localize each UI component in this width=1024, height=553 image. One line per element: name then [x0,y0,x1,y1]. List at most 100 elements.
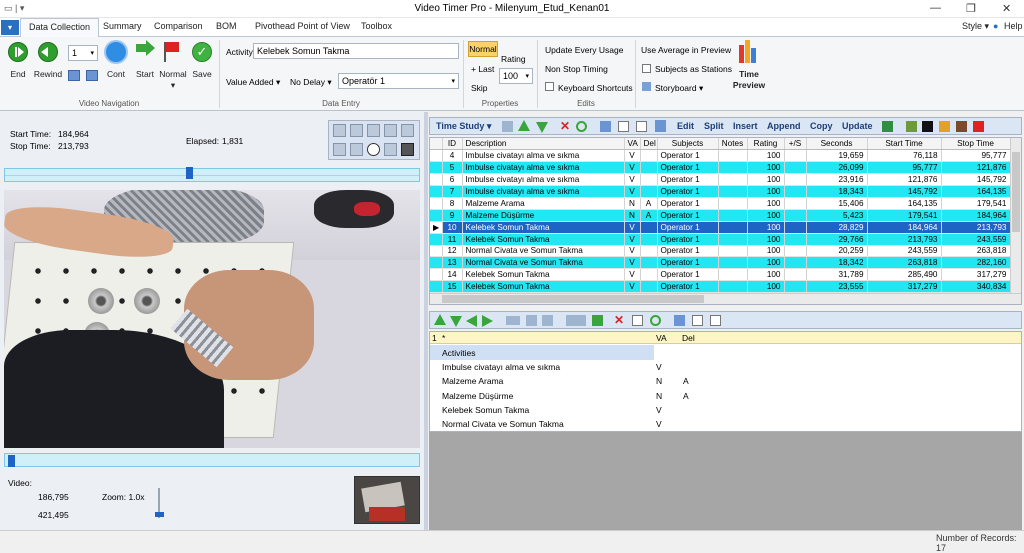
settings-icon[interactable] [906,121,917,132]
minimize-icon[interactable]: — [930,2,941,14]
non-stop-timing[interactable]: Non Stop Timing [545,64,608,74]
cell-rating[interactable]: 100 [747,221,785,234]
layout-icon[interactable] [384,124,397,137]
cell-indicator[interactable] [430,280,443,294]
cell-id[interactable]: 14 [442,268,463,282]
cell-rating[interactable]: 100 [747,197,785,210]
tab-data-collection[interactable]: Data Collection [20,18,100,37]
activity-item[interactable]: Kelebek Somun Takma V [430,403,1021,417]
column-header[interactable]: Stop Time [941,138,1011,151]
chest-icon[interactable] [956,121,967,132]
cell-subjects[interactable]: Operator 1 [657,197,719,210]
cell-subjects[interactable]: Operator 1 [657,256,719,270]
cell-del[interactable]: A [640,209,658,222]
cell-description[interactable]: Imbulse civatayı alma ve sıkma [462,185,625,198]
cell-description[interactable]: Malzeme Düşürme [462,209,625,222]
video-icon[interactable] [922,121,933,132]
cell-del[interactable] [640,173,658,187]
select-icon[interactable] [502,121,513,132]
help-link[interactable]: Help [1004,21,1023,31]
video-thumbnail[interactable] [354,476,420,524]
cell-rating[interactable]: 100 [747,233,785,246]
cell-seconds[interactable]: 28,829 [806,221,868,234]
time-study-menu[interactable]: Time Study ▾ [436,121,491,132]
update-every-usage[interactable]: Update Every Usage [545,45,623,55]
cell-del[interactable] [640,233,658,246]
cell-subjects[interactable]: Operator 1 [657,268,719,282]
cell-id[interactable]: 5 [442,161,463,175]
cell-subjects[interactable]: Operator 1 [657,185,719,198]
cell-stop-time[interactable]: 95,777 [941,149,1011,163]
cell-stop-time[interactable]: 121,876 [941,161,1011,175]
time-preview-button[interactable]: Time Preview [732,69,766,91]
cell-subjects[interactable]: Operator 1 [657,161,719,175]
cell-del[interactable] [640,149,658,163]
cell-plus-s[interactable] [784,233,807,246]
cell-id[interactable]: 7 [442,185,463,198]
no-delay-dropdown[interactable]: No Delay ▾ [290,77,332,88]
move-down-icon[interactable] [536,122,548,133]
vertical-scrollbar[interactable] [1010,138,1021,293]
cell-description[interactable]: Imbulse civatayı alma ve sıkma [462,161,625,175]
cell-del[interactable] [640,268,658,282]
cell-indicator[interactable] [430,161,443,175]
tab-pivothead[interactable]: Pivothead Point of View [255,21,350,31]
cell-notes[interactable] [718,245,748,258]
volume-icon[interactable] [350,124,363,137]
cell-va[interactable]: N [624,197,641,210]
cell-seconds[interactable]: 20,259 [806,245,868,258]
cell-notes[interactable] [718,233,748,246]
continue-icon[interactable] [104,40,128,64]
cell-plus-s[interactable] [784,256,807,270]
table-row[interactable]: 14 Kelebek Somun Takma V Operator 1 100 31,78… [430,268,1011,282]
cell-plus-s[interactable] [784,209,807,222]
restore-icon[interactable]: ❐ [966,2,976,15]
update-button[interactable]: Update [842,121,873,131]
attach-icon[interactable] [674,315,685,326]
cell-indicator[interactable] [430,197,443,210]
cell-seconds[interactable]: 19,659 [806,149,868,163]
close-icon[interactable]: ✕ [1002,2,1011,15]
column-header[interactable]: Notes [718,138,748,151]
cell-start-time[interactable]: 263,818 [867,256,942,270]
cell-notes[interactable] [718,221,748,234]
cell-start-time[interactable]: 95,777 [867,161,942,175]
cell-stop-time[interactable]: 184,964 [941,209,1011,222]
move-up-icon[interactable] [518,120,530,131]
table-row[interactable]: 5 Imbulse civatayı alma ve sıkma V Operator… [430,161,1011,175]
doc-icon[interactable] [692,315,703,326]
skip-button[interactable]: Skip [471,83,488,93]
cell-notes[interactable] [718,280,748,294]
cell-va[interactable]: V [624,233,641,246]
cell-va[interactable]: V [624,149,641,163]
cell-rating[interactable]: 100 [747,149,785,163]
cell-seconds[interactable]: 29,766 [806,233,868,246]
cell-stop-time[interactable]: 164,135 [941,185,1011,198]
horizontal-scrollbar[interactable] [430,293,1021,304]
cell-va[interactable]: V [624,280,641,294]
cell-va[interactable]: V [624,245,641,258]
remove-activity-icon[interactable]: ✕ [614,313,624,327]
delete-icon[interactable]: ✕ [560,119,570,133]
tab-summary[interactable]: Summary [103,21,142,31]
cell-start-time[interactable]: 76,118 [867,149,942,163]
cell-plus-s[interactable] [784,280,807,294]
cell-start-time[interactable]: 179,541 [867,209,942,222]
add-activity-icon[interactable] [592,315,603,326]
cell-notes[interactable] [718,161,748,175]
cell-rating[interactable]: 100 [747,173,785,187]
cell-indicator[interactable]: ▶ [430,221,443,234]
cell-id[interactable]: 13 [442,256,463,270]
cell-plus-s[interactable] [784,221,807,234]
cell-id[interactable]: 9 [442,209,463,222]
notes-icon[interactable] [618,121,629,132]
reload-icon[interactable] [650,315,661,326]
cell-notes[interactable] [718,197,748,210]
cell-stop-time[interactable]: 213,793 [941,221,1011,234]
cell-start-time[interactable]: 121,876 [867,173,942,187]
cell-indicator[interactable] [430,209,443,222]
export-icon[interactable] [401,124,414,137]
cell-description[interactable]: Imbulse civatayı alma ve sıkma [462,173,625,187]
excel-icon[interactable] [882,121,893,132]
cell-del[interactable] [640,221,658,234]
